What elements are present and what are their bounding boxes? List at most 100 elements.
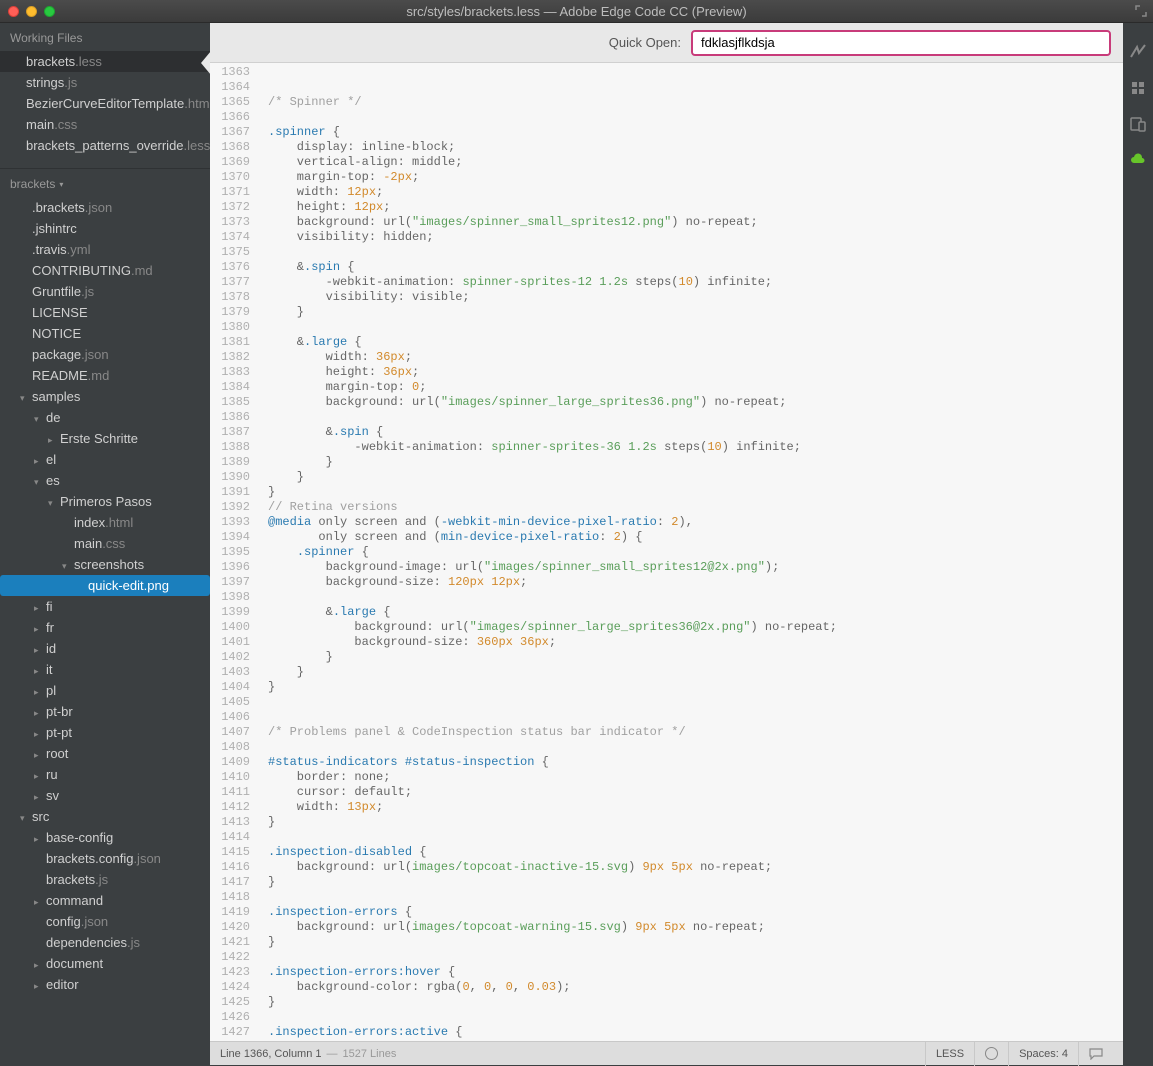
tree-folder[interactable]: ▸id bbox=[0, 638, 210, 659]
code-line[interactable]: &.large { bbox=[268, 605, 1123, 620]
tree-folder[interactable]: ▸el bbox=[0, 449, 210, 470]
code-line[interactable]: } bbox=[268, 815, 1123, 830]
code-line[interactable]: width: 36px; bbox=[268, 350, 1123, 365]
inspection-status-icon[interactable] bbox=[974, 1042, 1008, 1066]
tree-folder[interactable]: ▸root bbox=[0, 743, 210, 764]
code-line[interactable]: &.spin { bbox=[268, 425, 1123, 440]
tree-file[interactable]: README.md bbox=[0, 365, 210, 386]
tree-folder[interactable]: ▸pt-pt bbox=[0, 722, 210, 743]
tree-folder[interactable]: ▾Primeros Pasos bbox=[0, 491, 210, 512]
code-line[interactable] bbox=[268, 65, 1123, 80]
tree-file[interactable]: index.html bbox=[0, 512, 210, 533]
tree-file[interactable]: package.json bbox=[0, 344, 210, 365]
code-line[interactable]: width: 13px; bbox=[268, 800, 1123, 815]
code-line[interactable]: background-size: 360px 36px; bbox=[268, 635, 1123, 650]
indent-setting[interactable]: Spaces: 4 bbox=[1008, 1042, 1078, 1066]
code-line[interactable]: height: 12px; bbox=[268, 200, 1123, 215]
code-line[interactable]: -webkit-animation: spinner-sprites-12 1.… bbox=[268, 275, 1123, 290]
code-line[interactable]: } bbox=[268, 650, 1123, 665]
code-line[interactable]: .inspection-errors { bbox=[268, 905, 1123, 920]
window-minimize-button[interactable] bbox=[26, 6, 37, 17]
tree-folder[interactable]: ▸editor bbox=[0, 974, 210, 995]
code-line[interactable]: } bbox=[268, 935, 1123, 950]
fullscreen-icon[interactable] bbox=[1135, 5, 1147, 17]
code-line[interactable]: background: url(images/topcoat-warning-1… bbox=[268, 920, 1123, 935]
code-line[interactable] bbox=[268, 320, 1123, 335]
code-line[interactable]: } bbox=[268, 305, 1123, 320]
code-line[interactable]: } bbox=[268, 680, 1123, 695]
tree-file[interactable]: Gruntfile.js bbox=[0, 281, 210, 302]
cursor-position[interactable]: Line 1366, Column 1 bbox=[220, 1048, 322, 1060]
code-line[interactable] bbox=[268, 890, 1123, 905]
working-file-item[interactable]: BezierCurveEditorTemplate.html bbox=[0, 93, 210, 114]
code-line[interactable]: background-image: url("images/spinner_sm… bbox=[268, 560, 1123, 575]
tree-folder[interactable]: ▸it bbox=[0, 659, 210, 680]
tree-file[interactable]: main.css bbox=[0, 533, 210, 554]
code-line[interactable]: .spinner { bbox=[268, 125, 1123, 140]
code-line[interactable]: border: none; bbox=[268, 770, 1123, 785]
code-line[interactable] bbox=[268, 80, 1123, 95]
tree-folder[interactable]: ▸command bbox=[0, 890, 210, 911]
code-line[interactable]: background: url("images/spinner_large_sp… bbox=[268, 620, 1123, 635]
tree-file[interactable]: NOTICE bbox=[0, 323, 210, 344]
code-editor[interactable]: 1363136413651366136713681369137013711372… bbox=[210, 63, 1123, 1041]
working-file-item[interactable]: brackets.less bbox=[0, 51, 210, 72]
tree-folder[interactable]: ▸pl bbox=[0, 680, 210, 701]
live-preview-icon[interactable] bbox=[1129, 43, 1147, 61]
window-close-button[interactable] bbox=[8, 6, 19, 17]
tree-file[interactable]: .jshintrc bbox=[0, 218, 210, 239]
code-line[interactable] bbox=[268, 110, 1123, 125]
code-line[interactable] bbox=[268, 710, 1123, 725]
tree-folder[interactable]: ▸document bbox=[0, 953, 210, 974]
sync-cloud-icon[interactable] bbox=[1129, 151, 1147, 169]
code-line[interactable]: width: 12px; bbox=[268, 185, 1123, 200]
tree-folder[interactable]: ▸fr bbox=[0, 617, 210, 638]
code-line[interactable]: visibility: visible; bbox=[268, 290, 1123, 305]
code-line[interactable]: } bbox=[268, 455, 1123, 470]
tree-folder[interactable]: ▾screenshots bbox=[0, 554, 210, 575]
tree-file[interactable]: brackets.config.json bbox=[0, 848, 210, 869]
working-file-item[interactable]: strings.js bbox=[0, 72, 210, 93]
code-line[interactable]: } bbox=[268, 665, 1123, 680]
code-line[interactable]: only screen and (min-device-pixel-ratio:… bbox=[268, 530, 1123, 545]
tree-file[interactable]: quick-edit.png bbox=[0, 575, 210, 596]
code-line[interactable]: visibility: hidden; bbox=[268, 230, 1123, 245]
code-line[interactable] bbox=[268, 740, 1123, 755]
code-line[interactable]: background-size: 120px 12px; bbox=[268, 575, 1123, 590]
code-line[interactable]: background: url(images/topcoat-inactive-… bbox=[268, 860, 1123, 875]
code-line[interactable]: #status-indicators #status-inspection { bbox=[268, 755, 1123, 770]
tree-folder[interactable]: ▸Erste Schritte bbox=[0, 428, 210, 449]
code-line[interactable] bbox=[268, 410, 1123, 425]
code-line[interactable]: &.spin { bbox=[268, 260, 1123, 275]
project-header[interactable]: brackets ▾ bbox=[0, 168, 210, 197]
tree-file[interactable]: .travis.yml bbox=[0, 239, 210, 260]
code-line[interactable] bbox=[268, 695, 1123, 710]
code-line[interactable]: .inspection-disabled { bbox=[268, 845, 1123, 860]
code-line[interactable]: // Retina versions bbox=[268, 500, 1123, 515]
code-line[interactable]: .spinner { bbox=[268, 545, 1123, 560]
code-line[interactable]: @media only screen and (-webkit-min-devi… bbox=[268, 515, 1123, 530]
code-line[interactable]: background: url("images/spinner_small_sp… bbox=[268, 215, 1123, 230]
code-line[interactable] bbox=[268, 950, 1123, 965]
working-file-item[interactable]: brackets_patterns_override.less bbox=[0, 135, 210, 156]
tree-file[interactable]: brackets.js bbox=[0, 869, 210, 890]
code-line[interactable] bbox=[268, 245, 1123, 260]
tree-folder[interactable]: ▸pt-br bbox=[0, 701, 210, 722]
tree-folder[interactable]: ▾src bbox=[0, 806, 210, 827]
tree-file[interactable]: .brackets.json bbox=[0, 197, 210, 218]
code-line[interactable]: background-color: rgba(0, 0, 0, 0.03); bbox=[268, 980, 1123, 995]
tree-folder[interactable]: ▾samples bbox=[0, 386, 210, 407]
code-line[interactable]: .inspection-errors:active { bbox=[268, 1025, 1123, 1040]
code-line[interactable] bbox=[268, 1010, 1123, 1025]
code-line[interactable]: vertical-align: middle; bbox=[268, 155, 1123, 170]
tree-file[interactable]: LICENSE bbox=[0, 302, 210, 323]
code-line[interactable]: } bbox=[268, 485, 1123, 500]
code-line[interactable]: /* Spinner */ bbox=[268, 95, 1123, 110]
code-line[interactable]: background: url("images/spinner_large_sp… bbox=[268, 395, 1123, 410]
code-line[interactable]: } bbox=[268, 875, 1123, 890]
tree-folder[interactable]: ▸fi bbox=[0, 596, 210, 617]
code-content[interactable]: /* Spinner */ .spinner { display: inline… bbox=[258, 63, 1123, 1041]
window-zoom-button[interactable] bbox=[44, 6, 55, 17]
code-line[interactable]: } bbox=[268, 470, 1123, 485]
working-file-item[interactable]: main.css bbox=[0, 114, 210, 135]
